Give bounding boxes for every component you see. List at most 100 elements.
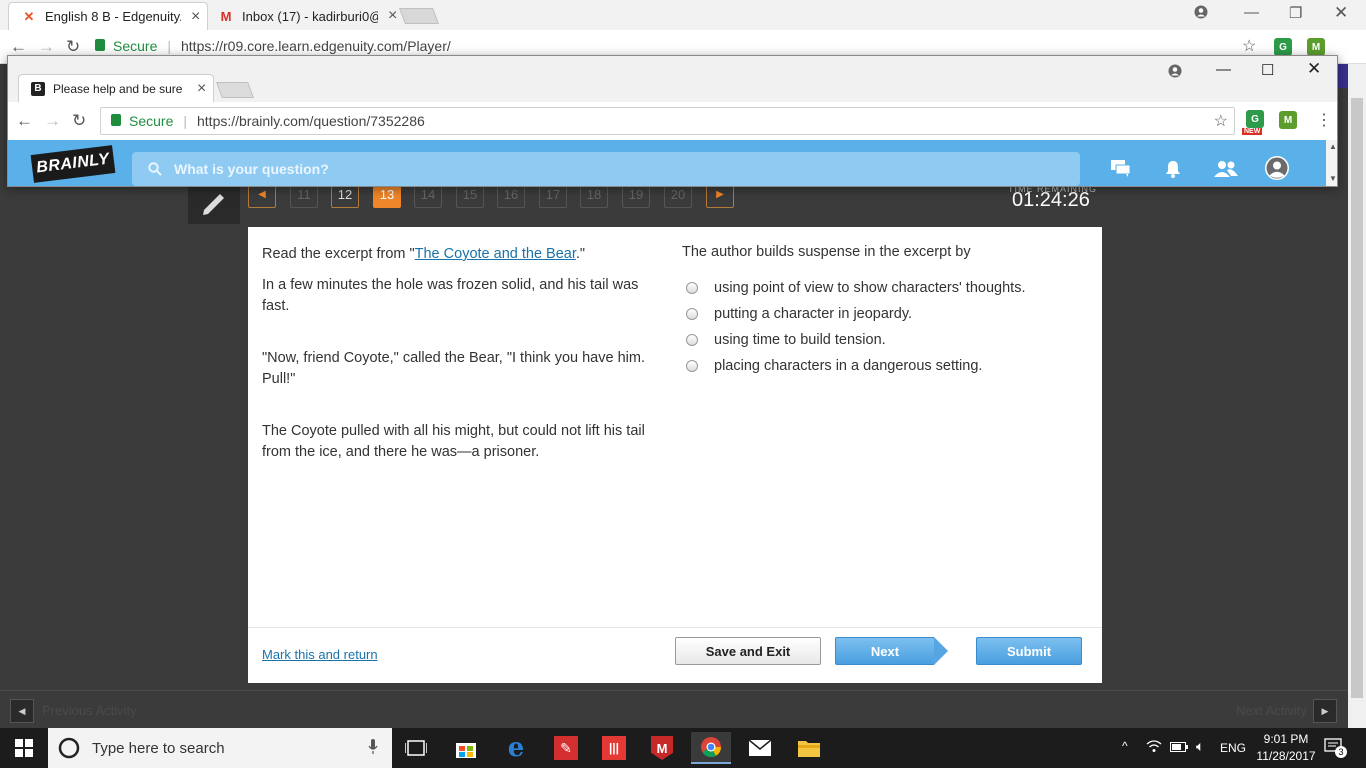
lock-icon (95, 39, 105, 51)
forward-arrow-icon[interactable]: → (44, 111, 61, 131)
messages-icon[interactable] (1110, 158, 1132, 180)
new-tab-button[interactable] (216, 82, 254, 98)
notes-pencil-button[interactable] (188, 182, 240, 224)
next-button-arrow[interactable] (934, 637, 948, 665)
reload-icon[interactable]: ↻ (72, 111, 86, 131)
app-red-icon[interactable]: ||| (594, 732, 634, 764)
scrollbar-thumb[interactable] (1351, 98, 1363, 698)
brainly-scrollbar[interactable]: ▲ ▼ (1326, 140, 1337, 186)
profile-icon[interactable] (1194, 5, 1208, 23)
tab-gmail[interactable]: M Inbox (17) - kadirburi0@ × (206, 2, 402, 30)
back-arrow-icon[interactable]: ← (16, 111, 33, 131)
next-activity-button[interactable]: ▶ (1313, 699, 1337, 723)
close-window-icon[interactable]: ✕ (1307, 59, 1321, 79)
tab-edgenuity[interactable]: ✕ English 8 B - Edgenuity.c × (8, 2, 208, 30)
brainly-logo[interactable]: BRAINLY (30, 145, 116, 183)
friends-icon[interactable] (1212, 158, 1240, 180)
story-link[interactable]: The Coyote and the Bear (415, 246, 576, 262)
user-avatar-icon[interactable] (1264, 155, 1290, 181)
input-language[interactable]: ENG (1220, 741, 1246, 755)
brainly-header: BRAINLY What is your question? (8, 140, 1326, 186)
secure-label: Secure (113, 38, 158, 54)
task-view-icon[interactable] (396, 732, 436, 764)
answer-option-c[interactable]: using time to build tension. (686, 332, 886, 348)
tab-title: Inbox (17) - kadirburi0@ (242, 8, 378, 24)
back-arrow-icon[interactable]: ← (10, 37, 27, 57)
reload-icon[interactable]: ↻ (66, 37, 80, 57)
close-tab-icon[interactable]: × (197, 80, 206, 98)
previous-activity-label: Previous Activity (42, 703, 137, 718)
back-browser-tabstrip: ✕ English 8 B - Edgenuity.c × M Inbox (1… (0, 0, 1366, 30)
minimize-icon[interactable]: — (1244, 4, 1259, 21)
answer-option-d[interactable]: placing characters in a dangerous settin… (686, 358, 982, 374)
activity-navigation-bar: ◀ Previous Activity Next Activity ▶ (0, 690, 1366, 728)
previous-activity-button[interactable]: ◀ (10, 699, 34, 723)
extension-icon[interactable]: M (1279, 111, 1297, 129)
notifications-bell-icon[interactable] (1162, 158, 1184, 180)
battery-icon[interactable] (1170, 741, 1188, 755)
forward-arrow-icon[interactable]: → (38, 37, 55, 57)
new-badge: NEW (1242, 128, 1263, 135)
option-label: putting a character in jeopardy. (714, 306, 913, 322)
system-clock[interactable]: 9:01 PM 11/28/2017 (1256, 731, 1316, 765)
chrome-icon[interactable] (691, 732, 731, 764)
grammarly-icon[interactable]: G (1274, 38, 1292, 56)
mark-and-return-link[interactable]: Mark this and return (262, 647, 378, 662)
lock-icon (111, 114, 121, 126)
volume-icon[interactable]: 🔈︎ (1196, 738, 1204, 755)
next-button[interactable]: Next (835, 637, 935, 665)
save-and-exit-button[interactable]: Save and Exit (675, 637, 821, 665)
clock-time: 9:01 PM (1263, 732, 1309, 746)
scroll-down-icon[interactable]: ▼ (1329, 174, 1337, 183)
menu-kebab-icon[interactable]: ⋮ (1316, 110, 1332, 130)
radio-button[interactable] (686, 360, 698, 372)
address-bar[interactable]: Secure | https://r09.core.learn.edgenuit… (95, 38, 451, 54)
star-icon[interactable]: ☆ (1242, 36, 1256, 56)
new-tab-button[interactable] (399, 8, 439, 24)
profile-icon[interactable] (1168, 64, 1182, 82)
store-icon[interactable] (446, 732, 486, 764)
taskbar-search-box[interactable]: Type here to search (48, 728, 392, 768)
file-explorer-icon[interactable] (789, 732, 829, 764)
restore-icon[interactable]: ❐ (1289, 4, 1302, 22)
answer-option-a[interactable]: using point of view to show characters' … (686, 280, 1025, 296)
pdf-reader-icon[interactable]: ✎ (546, 732, 586, 764)
minimize-icon[interactable]: — (1216, 61, 1231, 78)
wifi-icon[interactable] (1146, 739, 1162, 756)
front-browser-tabstrip: B Please help and be sure × — ☐ ✕ (8, 56, 1337, 102)
show-hidden-icons-chevron-icon[interactable]: ^ (1122, 739, 1128, 753)
windows-start-button[interactable] (0, 728, 48, 768)
radio-button[interactable] (686, 308, 698, 320)
close-window-icon[interactable]: ✕ (1334, 3, 1348, 23)
secure-label: Secure (129, 113, 174, 129)
address-bar[interactable]: Secure | https://brainly.com/question/73… (100, 107, 1235, 135)
passage-paragraph: In a few minutes the hole was frozen sol… (262, 277, 639, 314)
answer-option-b[interactable]: putting a character in jeopardy. (686, 306, 912, 322)
maximize-icon[interactable]: ☐ (1261, 61, 1274, 79)
windows-taskbar: Type here to search e ✎ ||| M ^ 🔈︎ ENG 9… (0, 728, 1366, 768)
url-text: https://brainly.com/question/7352286 (197, 113, 425, 129)
taskbar-search-placeholder: Type here to search (92, 739, 225, 757)
tab-title: Please help and be sure (53, 81, 183, 96)
star-icon[interactable]: ☆ (1214, 111, 1228, 131)
mail-icon[interactable] (740, 732, 780, 764)
edge-browser-icon[interactable]: e (496, 732, 536, 764)
brainly-search-input[interactable]: What is your question? (132, 152, 1080, 186)
mcafee-icon[interactable]: M (642, 732, 682, 764)
grammarly-icon[interactable]: G (1246, 110, 1264, 128)
question-card: Read the excerpt from "The Coyote and th… (248, 227, 1102, 683)
close-tab-icon[interactable]: × (191, 8, 200, 26)
option-label: using time to build tension. (714, 332, 886, 348)
action-center-icon[interactable]: 3 (1324, 738, 1347, 758)
microphone-icon[interactable] (368, 739, 378, 760)
tab-brainly[interactable]: B Please help and be sure × (18, 74, 214, 102)
submit-button[interactable]: Submit (976, 637, 1082, 665)
radio-button[interactable] (686, 334, 698, 346)
extension-icon[interactable]: M (1307, 38, 1325, 56)
page-scrollbar[interactable] (1348, 64, 1366, 728)
radio-button[interactable] (686, 282, 698, 294)
brainly-favicon-icon: B (31, 81, 45, 96)
next-activity-label: Next Activity (1236, 703, 1307, 718)
scroll-up-icon[interactable]: ▲ (1329, 142, 1337, 151)
close-tab-icon[interactable]: × (388, 7, 397, 25)
